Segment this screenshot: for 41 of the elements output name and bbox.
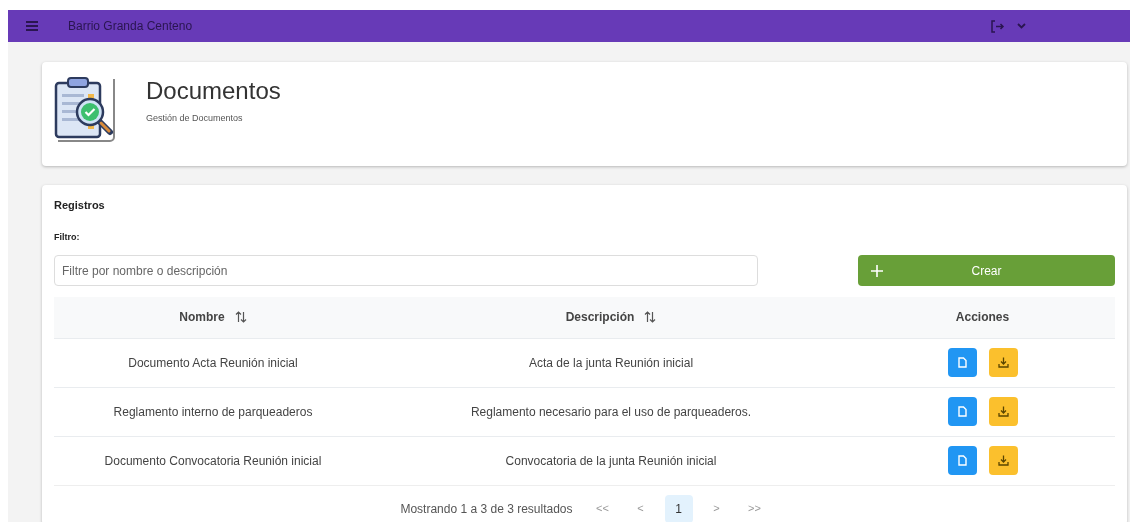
sort-icon[interactable] (644, 311, 657, 324)
download-icon (997, 357, 1009, 368)
page-subtitle: Gestión de Documentos (146, 112, 244, 125)
app-title: Barrio Granda Centeno (68, 18, 193, 35)
page-nav-button[interactable]: > (702, 494, 731, 522)
download-button[interactable] (988, 446, 1018, 476)
download-icon (997, 455, 1009, 467)
table-cell: Reglamento necesario para el uso de parqueaderos. (470, 404, 752, 419)
create-button[interactable]: Crear (858, 255, 1115, 286)
plus-icon (871, 264, 883, 277)
table-cell: Reglamento interno de parqueaderos (113, 404, 313, 419)
column-header[interactable]: Nombre (179, 308, 225, 327)
view-document-button[interactable] (947, 397, 977, 426)
filter-field[interactable]: Filtre por nombre o descripción (54, 255, 758, 286)
download-button[interactable] (988, 348, 1018, 377)
document-icon (957, 406, 967, 417)
filter-label: Filtro: (54, 230, 81, 244)
chevron-down-icon[interactable] (1017, 23, 1026, 29)
page-nav-button[interactable]: >> (740, 494, 769, 522)
download-icon (997, 406, 1009, 417)
sort-icon[interactable] (234, 311, 247, 324)
document-icon (957, 455, 967, 467)
table-cell: Acta de la junta Reunión inicial (528, 355, 694, 370)
view-document-button[interactable] (947, 348, 977, 377)
page-title: Documentos (146, 76, 281, 106)
table-cell: Documento Convocatoria Reunión inicial (104, 453, 322, 468)
logout-icon[interactable] (991, 19, 1005, 33)
column-header: Acciones (955, 309, 1010, 327)
column-header[interactable]: Descripción (565, 308, 635, 327)
page-button[interactable]: 1 (664, 494, 693, 522)
menu-icon[interactable] (26, 21, 38, 31)
table-cell: Documento Acta Reunión inicial (128, 355, 298, 370)
page-nav-button[interactable]: < (626, 494, 655, 522)
document-icon (957, 357, 967, 368)
clipboard-magnifier-icon (54, 76, 118, 144)
download-button[interactable] (988, 397, 1018, 426)
section-title: Registros (54, 198, 106, 213)
page-nav-button[interactable]: << (588, 494, 617, 522)
table-cell: Convocatoria de la junta Reunión inicial (505, 453, 717, 468)
view-document-button[interactable] (947, 446, 977, 476)
results-summary: Mostrando 1 a 3 de 3 resultados (400, 500, 573, 518)
